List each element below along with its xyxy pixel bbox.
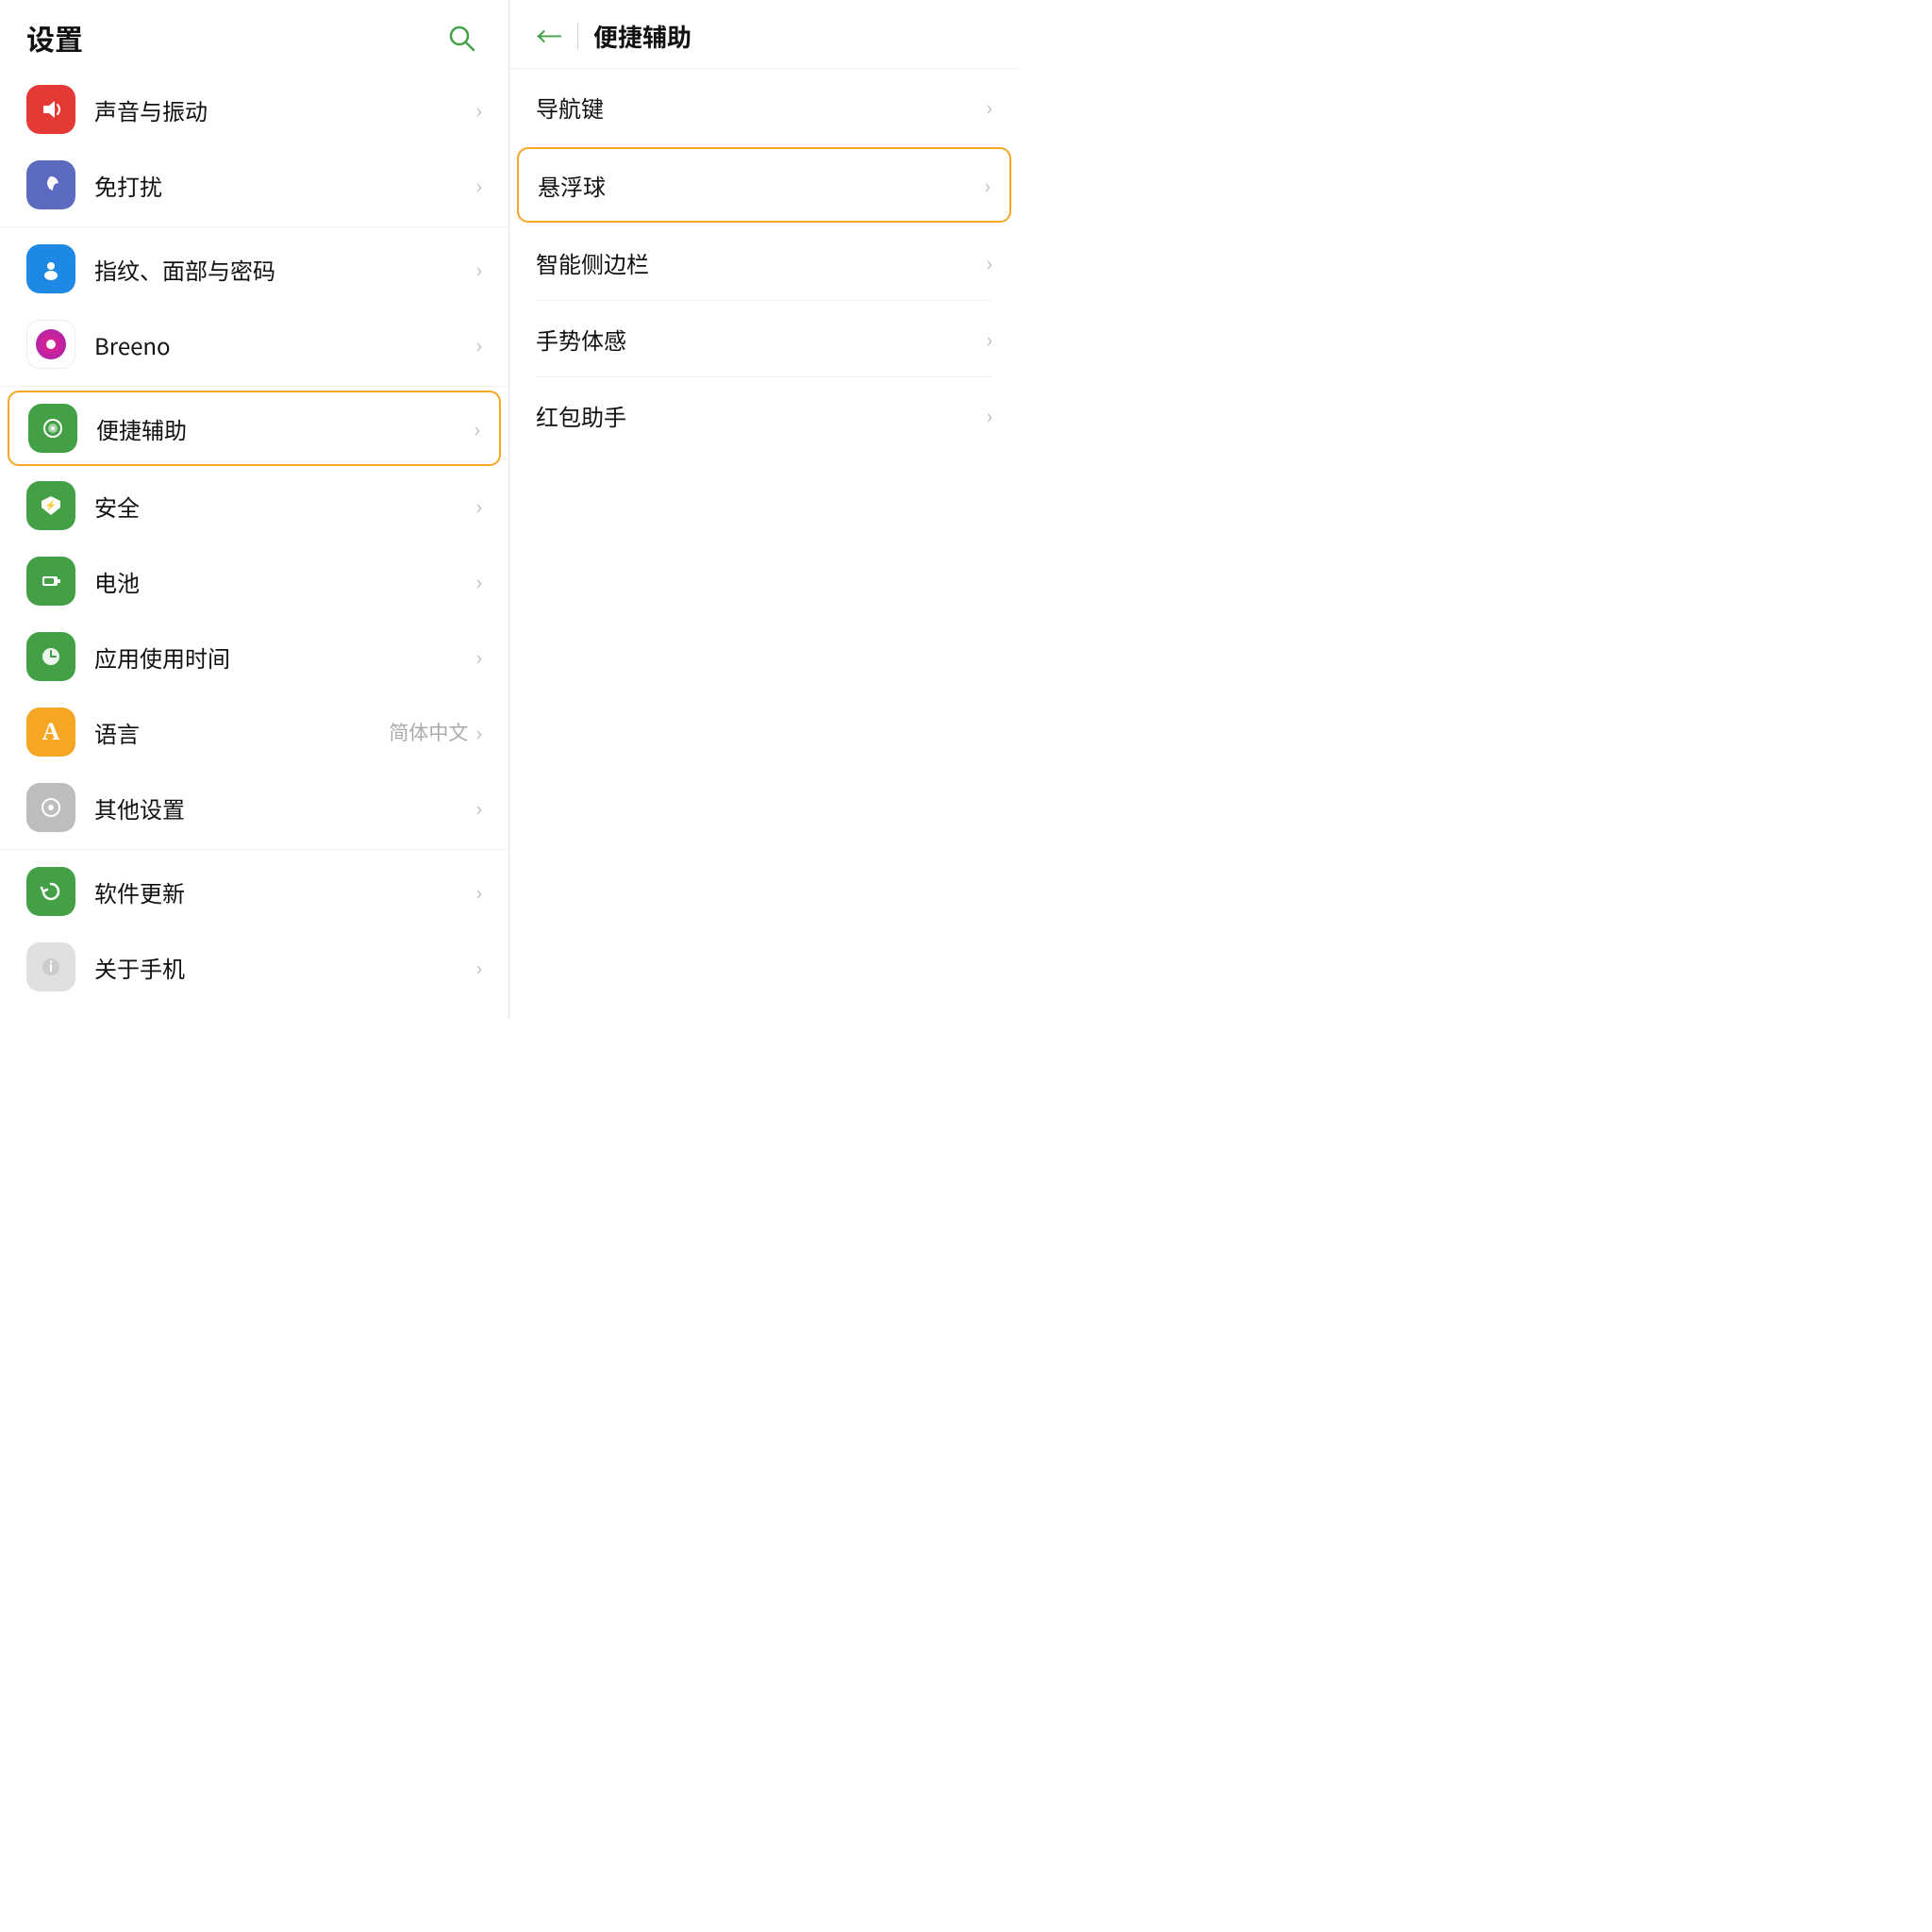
sound-icon — [26, 85, 75, 134]
chevron-icon: › — [475, 329, 482, 359]
left-header: 设置 — [0, 0, 508, 72]
chevron-icon: › — [475, 254, 482, 284]
settings-item-fingerprint[interactable]: 指纹、面部与密码 › — [0, 231, 508, 307]
svg-text:⚡: ⚡ — [45, 497, 57, 511]
settings-item-sound[interactable]: 声音与振动 › — [0, 72, 508, 147]
settings-item-apptime[interactable]: 应用使用时间 › — [0, 619, 508, 694]
settings-item-security[interactable]: ⚡ 安全 › — [0, 468, 508, 543]
shortcut-item-floatball[interactable]: 悬浮球 › — [517, 147, 1011, 223]
chevron-icon: › — [986, 324, 992, 354]
about-icon: i — [26, 942, 75, 991]
back-button[interactable]: ← — [536, 17, 562, 55]
shortcut-right-panel: ← 便捷辅助 导航键 › 悬浮球 › 智能侧边栏 › 手势体感 › 红包助 — [509, 0, 1019, 1019]
search-icon — [446, 23, 476, 53]
language-value: 简体中文 — [389, 718, 468, 746]
chevron-icon: › — [475, 641, 482, 672]
settings-item-other[interactable]: 其他设置 › — [0, 770, 508, 845]
shortcut-item-gesture[interactable]: 手势体感 › — [509, 301, 1019, 376]
update-label: 软件更新 — [94, 875, 475, 908]
shortcut-icon — [28, 404, 77, 453]
chevron-icon: › — [474, 413, 480, 443]
language-label: 语言 — [94, 716, 389, 749]
apptime-label: 应用使用时间 — [94, 641, 475, 674]
settings-list: 声音与振动 › 免打扰 › 指纹、面部与密码 › — [0, 72, 508, 1019]
svg-text:i: i — [49, 958, 53, 976]
divider-after-breeno — [0, 386, 508, 387]
battery-label: 电池 — [94, 565, 475, 598]
breeno-circle — [36, 329, 66, 359]
chevron-icon: › — [984, 170, 991, 200]
chevron-icon: › — [475, 94, 482, 125]
dnd-icon — [26, 160, 75, 209]
settings-title: 设置 — [26, 17, 83, 58]
shortcut-item-redpacket[interactable]: 红包助手 › — [509, 377, 1019, 453]
battery-icon — [26, 557, 75, 606]
other-icon — [26, 783, 75, 832]
security-label: 安全 — [94, 490, 475, 523]
settings-item-update[interactable]: 软件更新 › — [0, 854, 508, 929]
other-label: 其他设置 — [94, 791, 475, 824]
chevron-icon: › — [475, 876, 482, 907]
fingerprint-label: 指纹、面部与密码 — [94, 253, 475, 286]
redpacket-label: 红包助手 — [536, 399, 986, 432]
sound-label: 声音与振动 — [94, 93, 475, 126]
divider-after-other — [0, 849, 508, 850]
chevron-icon: › — [475, 566, 482, 596]
shortcut-item-sidebar[interactable]: 智能侧边栏 › — [509, 225, 1019, 300]
floatball-label: 悬浮球 — [538, 169, 984, 202]
fingerprint-icon — [26, 244, 75, 293]
update-icon — [26, 867, 75, 916]
settings-item-about[interactable]: i 关于手机 › — [0, 929, 508, 1005]
settings-item-language[interactable]: A 语言 简体中文 › — [0, 694, 508, 770]
shortcut-label: 便捷辅助 — [96, 412, 474, 445]
chevron-icon: › — [986, 247, 992, 277]
right-title: 便捷辅助 — [593, 19, 691, 54]
divider-after-dnd — [0, 226, 508, 227]
settings-left-panel: 设置 声音与振动 › 免打扰 › — [0, 0, 509, 1019]
chevron-icon: › — [475, 491, 482, 521]
breeno-label: Breeno — [94, 328, 475, 361]
chevron-icon: › — [475, 717, 482, 747]
search-button[interactable] — [441, 17, 482, 58]
nav-label: 导航键 — [536, 91, 986, 124]
chevron-icon: › — [986, 92, 992, 122]
chevron-icon: › — [475, 170, 482, 200]
shortcut-list: 导航键 › 悬浮球 › 智能侧边栏 › 手势体感 › 红包助手 › — [509, 69, 1019, 1019]
header-divider — [577, 23, 578, 49]
chevron-icon: › — [986, 400, 992, 430]
chevron-icon: › — [475, 952, 482, 982]
dnd-label: 免打扰 — [94, 169, 475, 202]
right-header: ← 便捷辅助 — [509, 0, 1019, 69]
chevron-icon: › — [475, 792, 482, 823]
gesture-label: 手势体感 — [536, 323, 986, 356]
breeno-dot — [46, 340, 56, 349]
right-divider-after-nav — [536, 144, 992, 145]
sidebar-label: 智能侧边栏 — [536, 246, 986, 279]
language-icon: A — [26, 708, 75, 757]
shortcut-item-nav[interactable]: 导航键 › — [509, 69, 1019, 144]
about-label: 关于手机 — [94, 951, 475, 984]
apptime-icon — [26, 632, 75, 681]
settings-item-shortcut[interactable]: 便捷辅助 › — [8, 391, 501, 466]
settings-item-battery[interactable]: 电池 › — [0, 543, 508, 619]
settings-item-dnd[interactable]: 免打扰 › — [0, 147, 508, 223]
security-icon: ⚡ — [26, 481, 75, 530]
settings-item-breeno[interactable]: Breeno › — [0, 307, 508, 382]
breeno-icon — [26, 320, 75, 369]
